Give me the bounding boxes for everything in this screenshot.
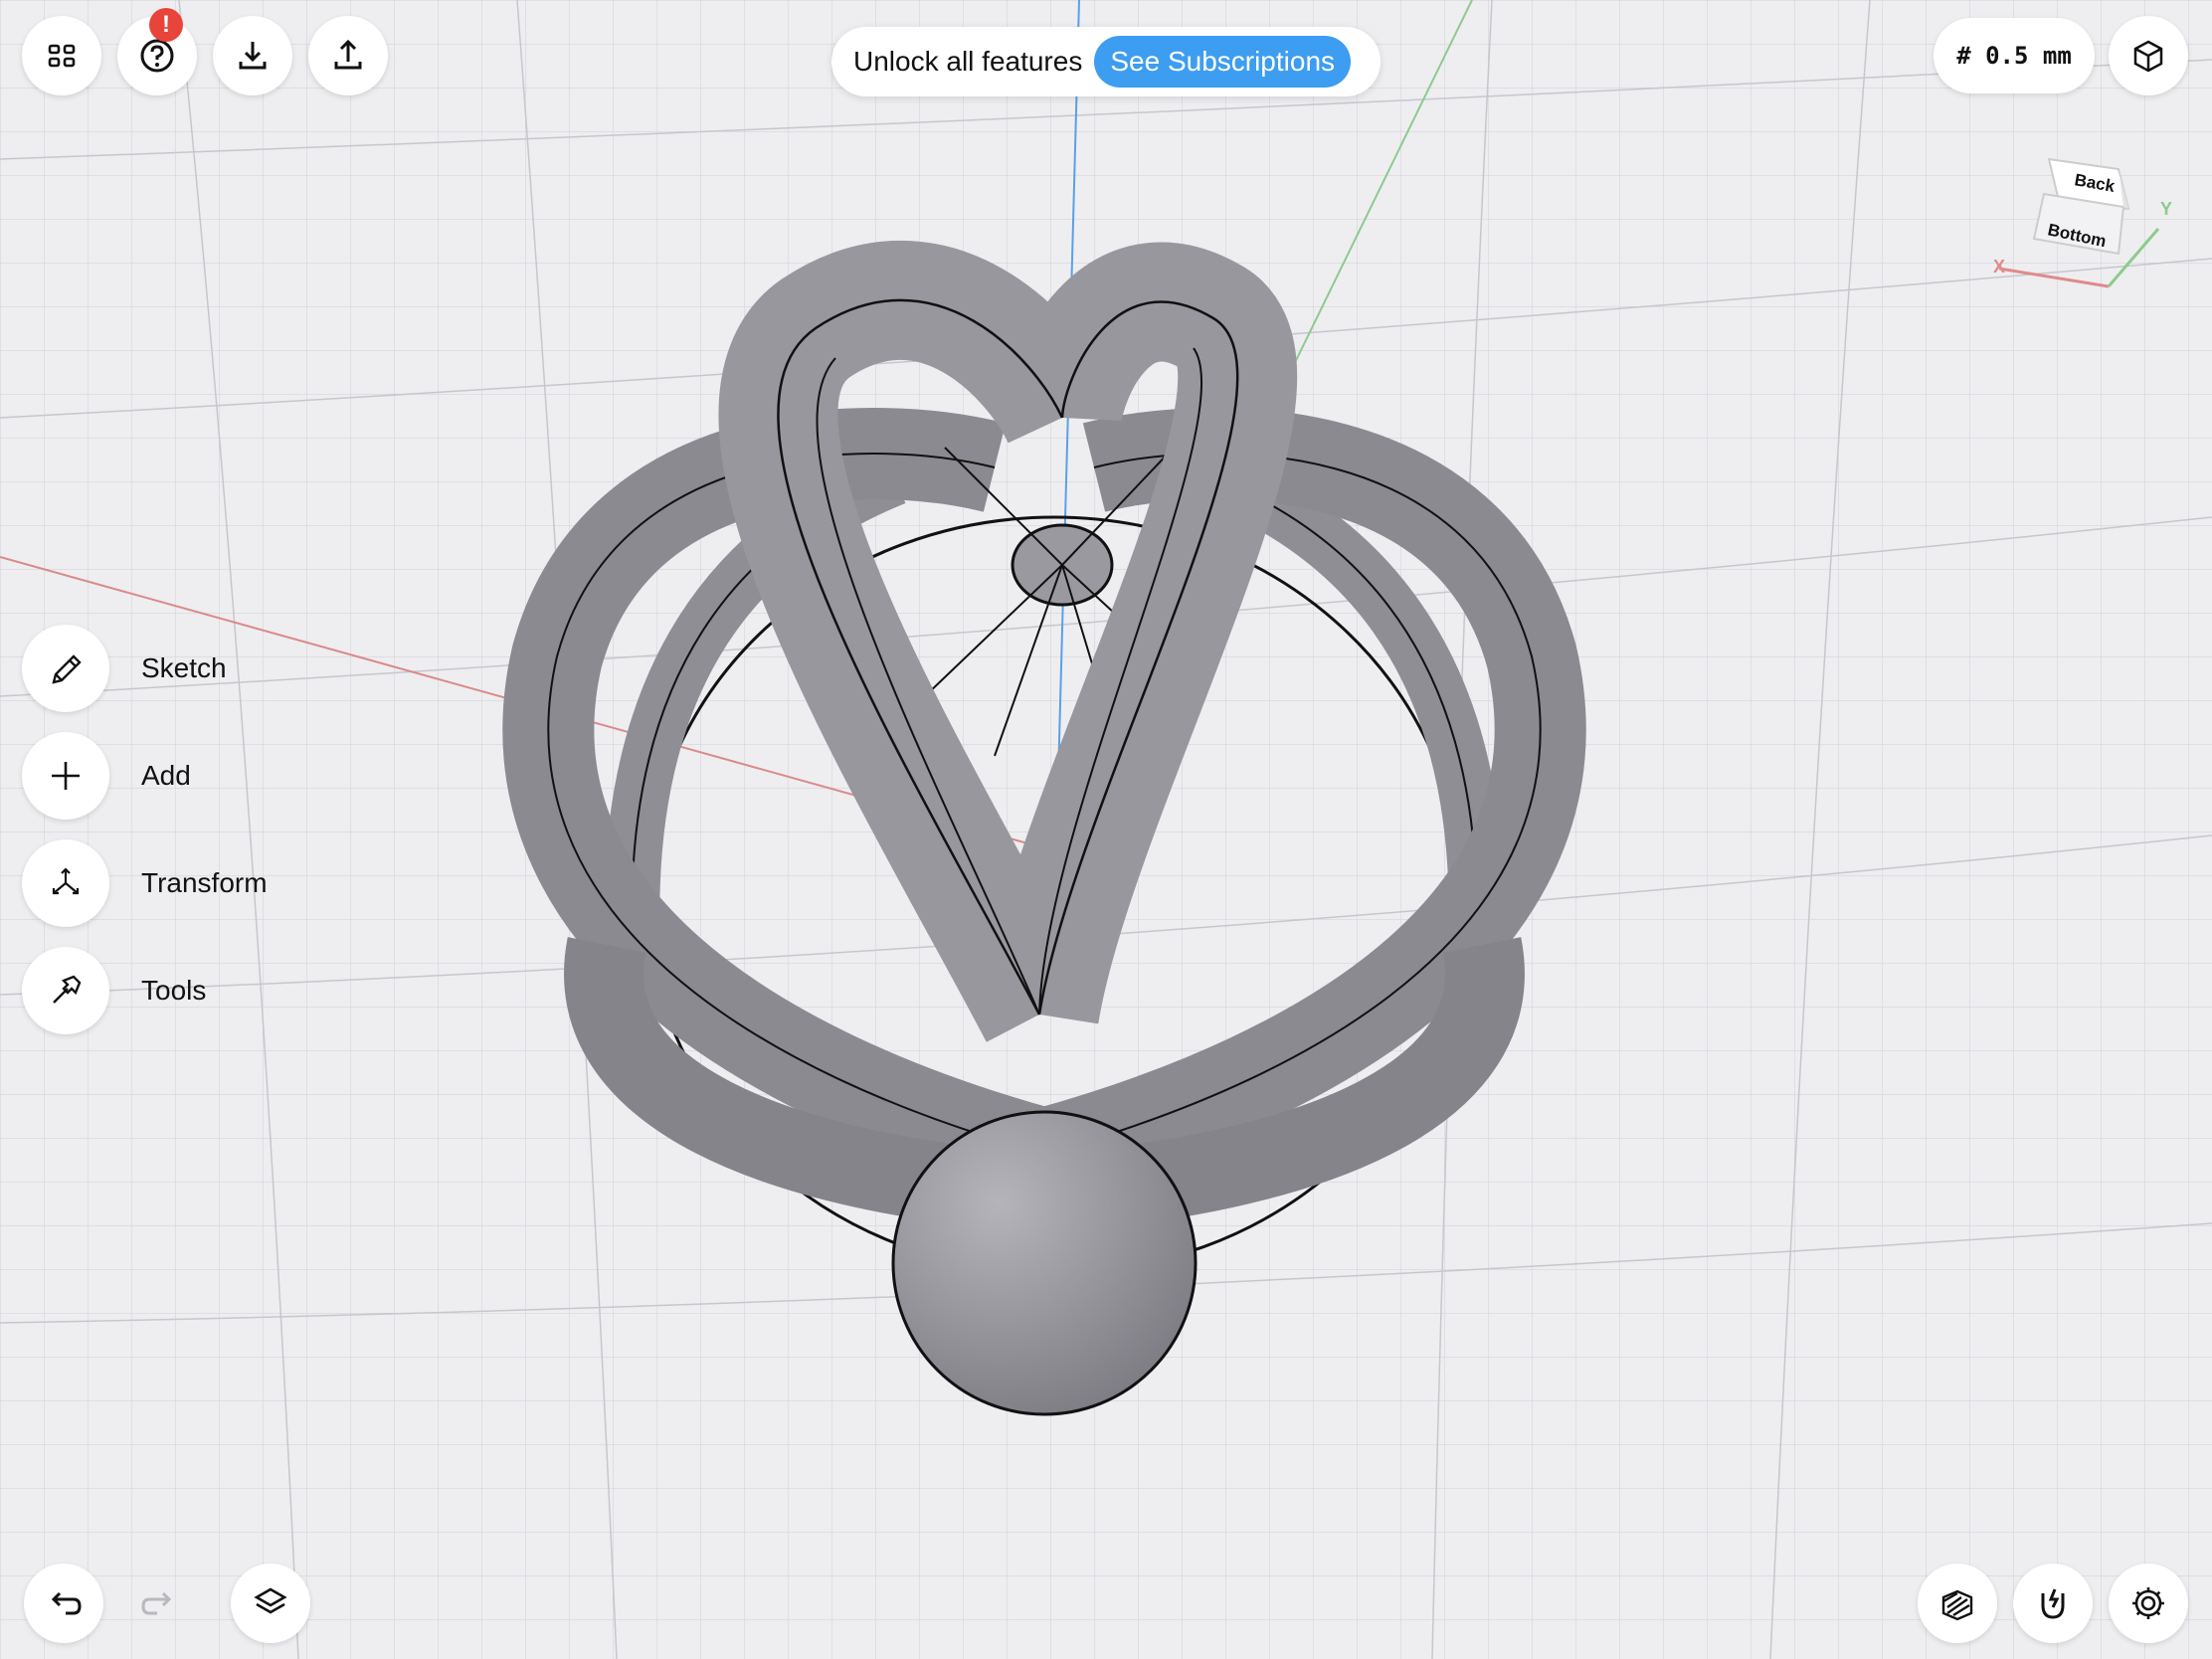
- subscription-promo: Unlock all features See Subscriptions: [831, 27, 1381, 96]
- section-view-button[interactable]: [1918, 1564, 1997, 1643]
- view-cube-axis-x: X: [1993, 257, 2005, 276]
- grid-menu-button[interactable]: [22, 16, 101, 95]
- tool-sketch[interactable]: Sketch: [22, 625, 227, 712]
- section-view-icon: [1941, 1589, 1973, 1621]
- grid-size-indicator[interactable]: # 0.5 mm: [1934, 18, 2095, 93]
- undo-button[interactable]: [24, 1564, 103, 1643]
- hammer-icon: [53, 975, 82, 1004]
- add-button[interactable]: [22, 732, 109, 820]
- 3d-viewport[interactable]: [0, 0, 2212, 1659]
- tool-tools[interactable]: Tools: [22, 947, 206, 1034]
- import-button[interactable]: [213, 16, 292, 95]
- help-icon: [140, 39, 174, 73]
- transform-button[interactable]: [22, 839, 109, 927]
- pencil-icon: [52, 654, 82, 684]
- tools-button[interactable]: [22, 947, 109, 1034]
- transform-arrows-icon: [52, 867, 80, 895]
- snap-magnet-icon: [2041, 1588, 2065, 1619]
- import-icon: [239, 42, 267, 70]
- help-notification-badge: !: [149, 8, 183, 42]
- settings-gear-icon: [2132, 1587, 2164, 1619]
- snap-button[interactable]: [2013, 1564, 2093, 1643]
- redo-icon: [141, 1591, 172, 1615]
- undo-icon: [51, 1591, 82, 1615]
- layers-icon: [254, 1587, 287, 1614]
- view-cube-axis-y: Y: [2160, 199, 2172, 219]
- promo-text: Unlock all features: [853, 46, 1083, 77]
- tool-transform[interactable]: Transform: [22, 839, 268, 927]
- tool-label-sketch: Sketch: [141, 652, 227, 683]
- bottom-sphere: [891, 1110, 1198, 1416]
- layers-button[interactable]: [231, 1564, 310, 1643]
- settings-button[interactable]: [2109, 1564, 2188, 1643]
- tool-label-tools: Tools: [141, 975, 207, 1006]
- redo-button[interactable]: [119, 1564, 199, 1643]
- tool-label-transform: Transform: [141, 867, 268, 898]
- view-cube[interactable]: Back Bottom X Y: [1979, 139, 2178, 298]
- view-options-button[interactable]: [2109, 16, 2188, 95]
- sketch-button[interactable]: [22, 625, 109, 712]
- view-cube-icon: [2133, 40, 2163, 73]
- export-icon: [334, 39, 362, 70]
- grid-menu-icon: [48, 44, 76, 68]
- export-button[interactable]: [308, 16, 388, 95]
- tool-add[interactable]: Add: [22, 732, 191, 820]
- see-subscriptions-button[interactable]: See Subscriptions: [1094, 36, 1352, 88]
- tool-label-add: Add: [141, 760, 191, 791]
- plus-icon: [52, 762, 80, 790]
